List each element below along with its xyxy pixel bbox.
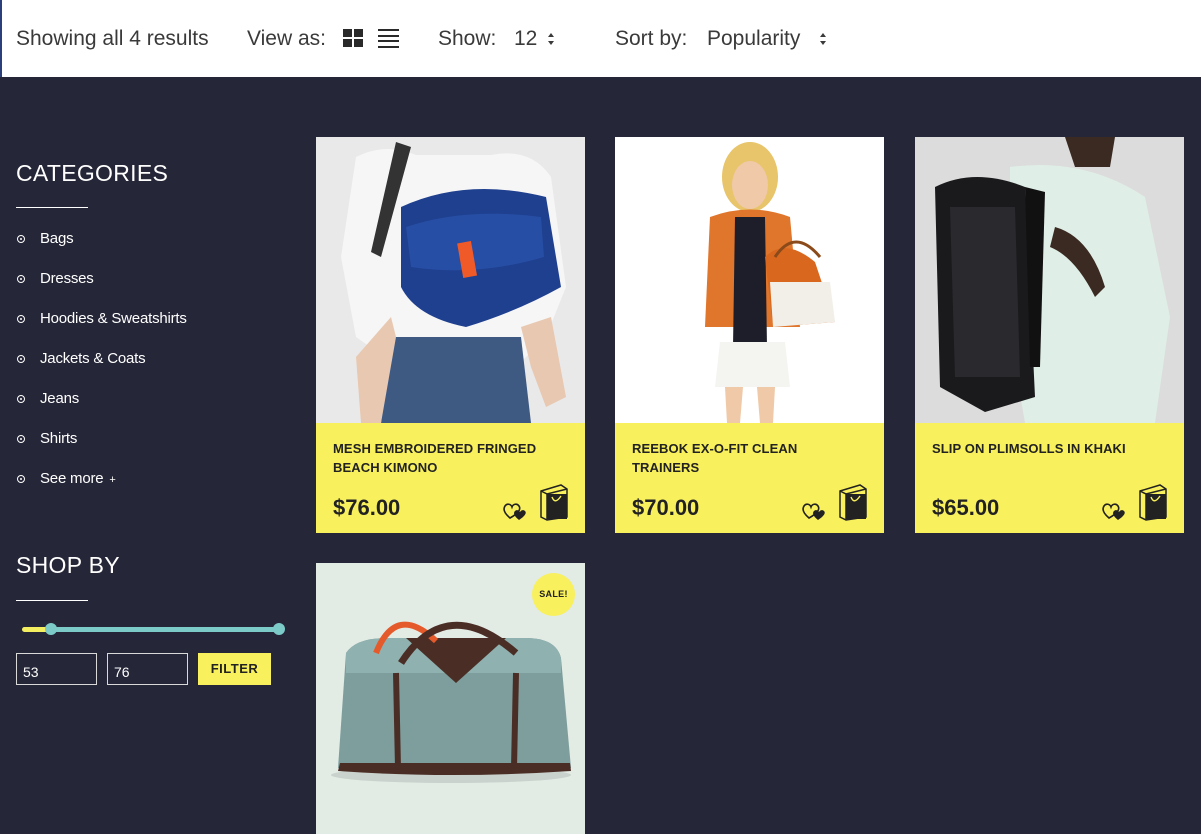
product-card[interactable]: MESH EMBROIDERED FRINGED BEACH KIMONO $7… xyxy=(316,137,585,533)
category-item-jeans[interactable]: Jeans xyxy=(16,388,187,428)
wishlist-heart-icon[interactable] xyxy=(801,499,827,521)
product-card[interactable]: SLIP ON PLIMSOLLS IN KHAKI $65.00 xyxy=(915,137,1184,533)
view-as-label: View as: xyxy=(247,27,326,50)
bullet-icon xyxy=(17,395,25,403)
slider-min-handle[interactable] xyxy=(45,623,57,635)
shop-toolbar: Showing all 4 results View as: Show: 12 … xyxy=(0,0,1201,77)
category-item-hoodies[interactable]: Hoodies & Sweatshirts xyxy=(16,308,187,348)
category-item-jackets[interactable]: Jackets & Coats xyxy=(16,348,187,388)
grid-view-icon[interactable] xyxy=(343,29,364,48)
add-to-cart-bag-icon[interactable] xyxy=(1138,483,1168,521)
category-label: Dresses xyxy=(40,270,94,287)
wishlist-heart-icon[interactable] xyxy=(502,499,528,521)
category-item-dresses[interactable]: Dresses xyxy=(16,268,187,308)
price-range-slider[interactable] xyxy=(22,623,285,635)
show-count-caret-icon[interactable] xyxy=(548,33,555,45)
min-price-input[interactable] xyxy=(16,653,97,685)
product-price: $70.00 xyxy=(632,495,700,520)
filter-button[interactable]: FILTER xyxy=(198,653,271,685)
plus-icon: + xyxy=(109,474,116,486)
category-label: Jeans xyxy=(40,390,80,407)
sort-select[interactable]: Popularity xyxy=(707,26,800,52)
category-see-more[interactable]: See more + xyxy=(16,468,187,508)
product-name[interactable]: REEBOK EX-O-FIT CLEAN TRAINERS xyxy=(632,439,857,477)
category-label: Bags xyxy=(40,230,74,247)
product-card[interactable]: REEBOK EX-O-FIT CLEAN TRAINERS $70.00 xyxy=(615,137,884,533)
category-item-bags[interactable]: Bags xyxy=(16,228,187,268)
bullet-icon xyxy=(17,315,25,323)
slider-track-active xyxy=(50,627,280,632)
max-price-input[interactable] xyxy=(107,653,188,685)
list-view-icon[interactable] xyxy=(378,29,399,48)
add-to-cart-bag-icon[interactable] xyxy=(838,483,868,521)
product-name[interactable]: SLIP ON PLIMSOLLS IN KHAKI xyxy=(932,439,1157,458)
wishlist-heart-icon[interactable] xyxy=(1101,499,1127,521)
category-item-shirts[interactable]: Shirts xyxy=(16,428,187,468)
sort-label: Sort by: xyxy=(615,27,688,50)
category-label: Shirts xyxy=(40,430,78,447)
slider-max-handle[interactable] xyxy=(273,623,285,635)
product-image-woman-handbag[interactable] xyxy=(615,137,884,423)
bullet-icon xyxy=(17,275,25,283)
bullet-icon xyxy=(17,475,25,483)
categories-divider xyxy=(16,207,88,208)
shop-by-divider xyxy=(16,600,88,601)
product-price: $76.00 xyxy=(333,495,401,520)
product-name[interactable]: MESH EMBROIDERED FRINGED BEACH KIMONO xyxy=(333,439,558,477)
see-more-label: See more xyxy=(40,470,104,487)
category-list: Bags Dresses Hoodies & Sweatshirts Jacke… xyxy=(16,228,187,508)
bullet-icon xyxy=(17,235,25,243)
results-count: Showing all 4 results xyxy=(16,27,209,50)
shop-by-title: SHOP BY xyxy=(16,552,120,578)
show-label: Show: xyxy=(438,27,497,50)
product-price: $65.00 xyxy=(932,495,1000,520)
sort-caret-icon[interactable] xyxy=(820,33,827,45)
sale-badge: SALE! xyxy=(532,573,575,616)
product-image-messenger-bag[interactable] xyxy=(316,137,585,423)
show-count-select[interactable]: 12 xyxy=(514,26,537,52)
add-to-cart-bag-icon[interactable] xyxy=(539,483,569,521)
bullet-icon xyxy=(17,355,25,363)
category-label: Hoodies & Sweatshirts xyxy=(40,310,187,327)
bullet-icon xyxy=(17,435,25,443)
product-image-backpack[interactable] xyxy=(915,137,1184,423)
category-label: Jackets & Coats xyxy=(40,350,146,367)
categories-title: CATEGORIES xyxy=(16,160,169,186)
